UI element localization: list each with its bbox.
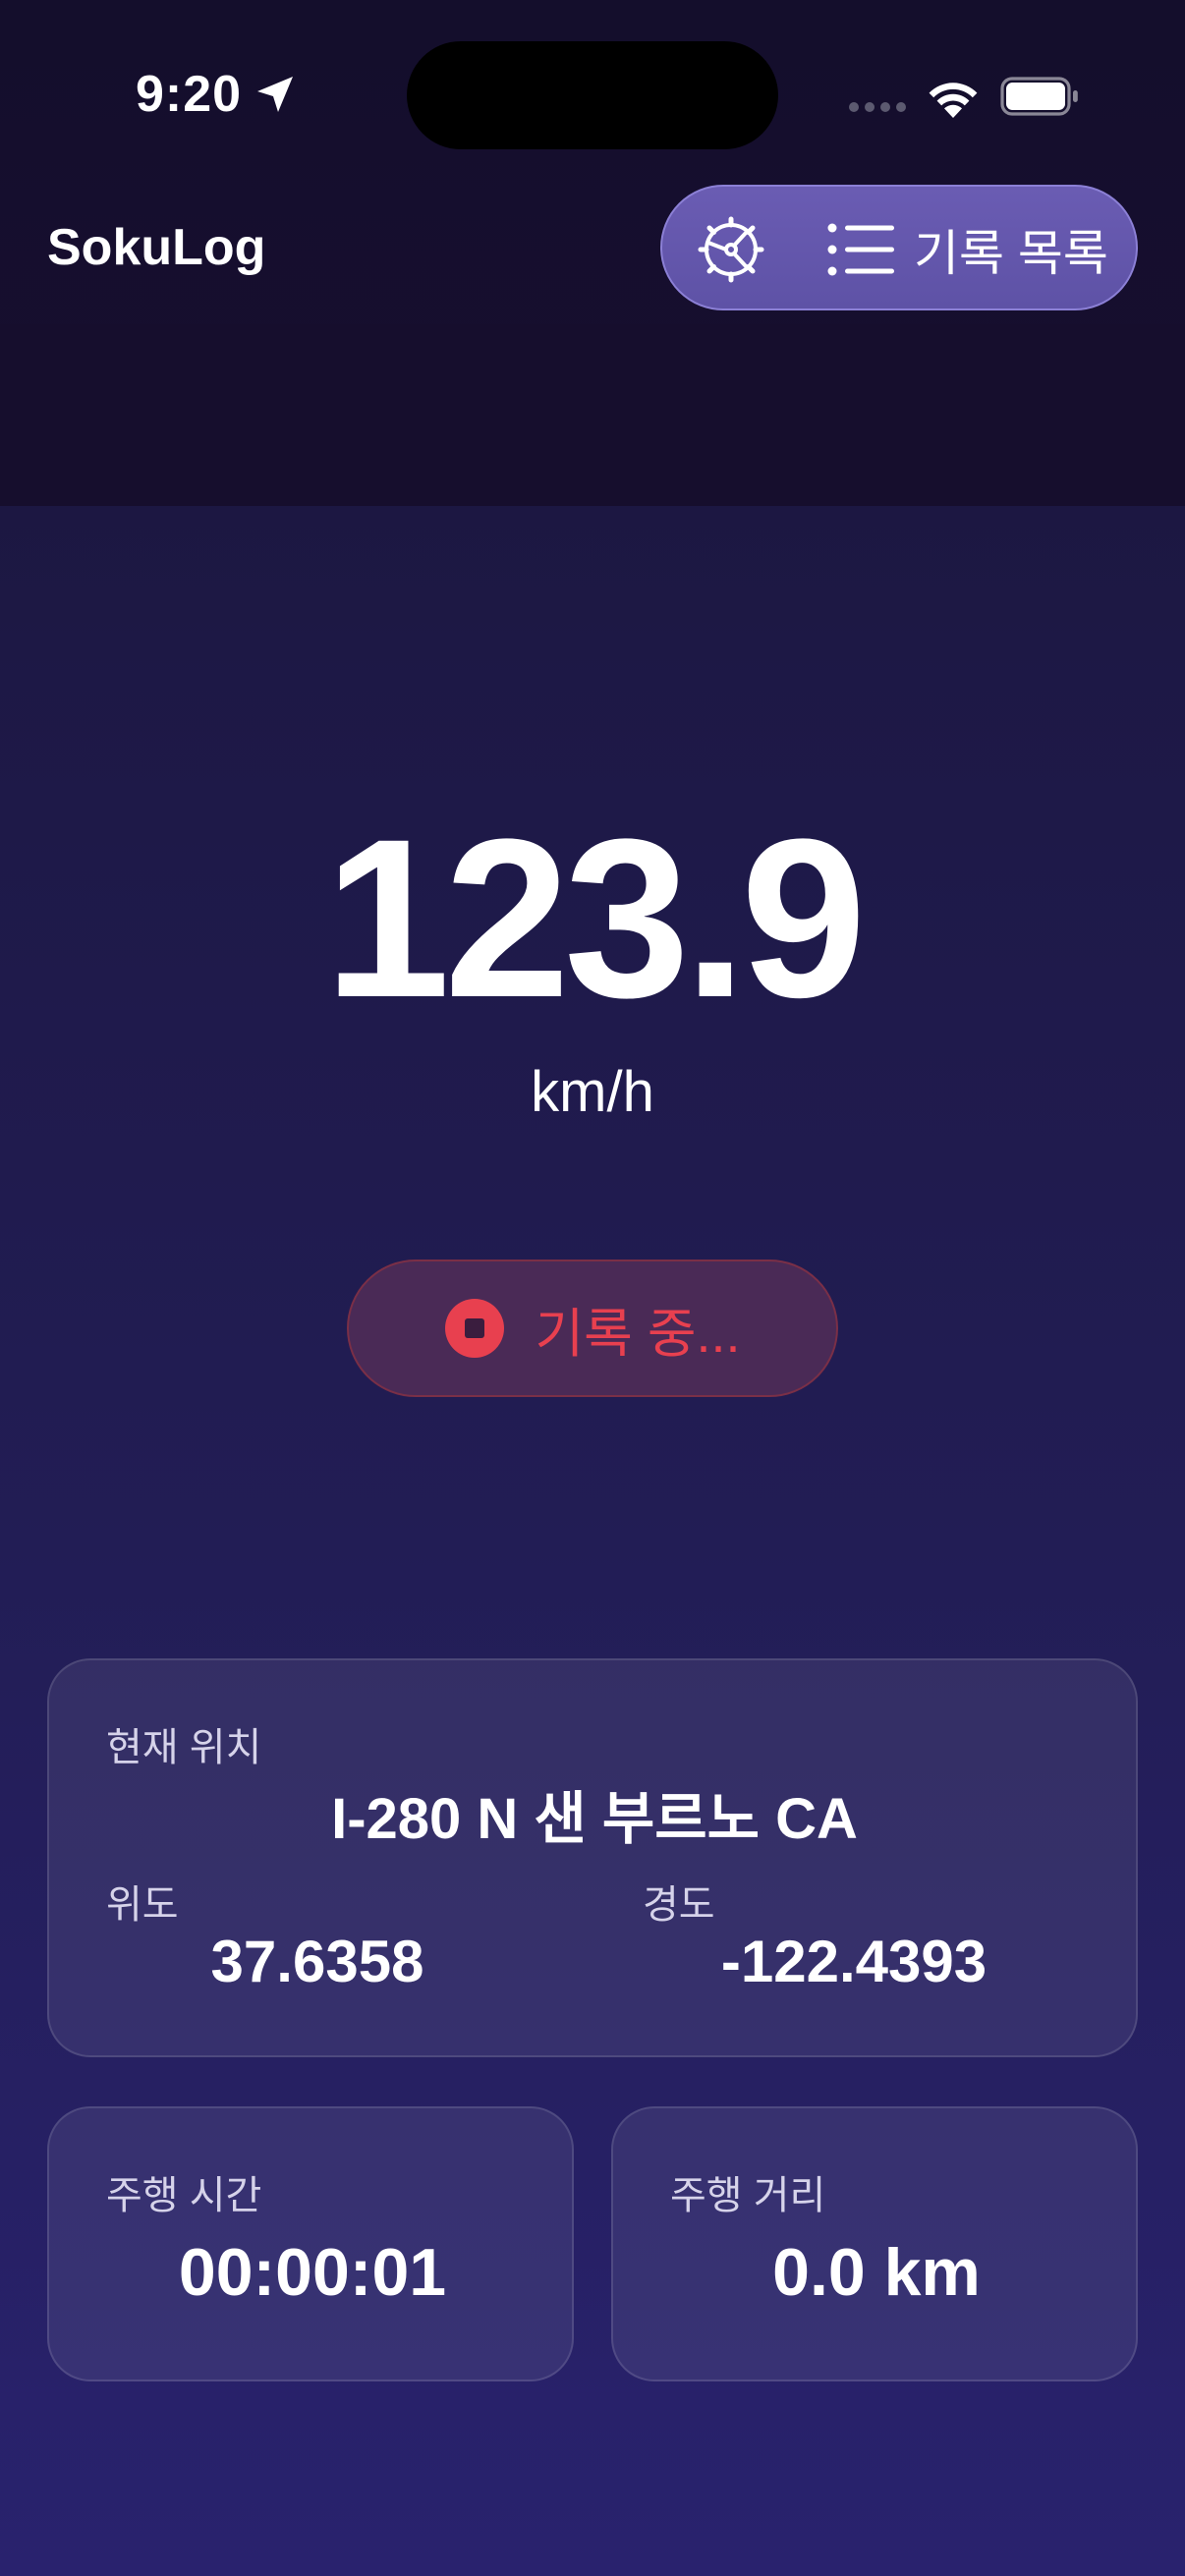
location-address: I-280 N 샌 부르노 CA: [331, 1787, 858, 1851]
records-list-button[interactable]: 기록 목록: [827, 202, 1108, 297]
status-time: 9:20: [136, 66, 243, 123]
latitude-value: 37.6358: [210, 1929, 424, 1994]
app-title: SokuLog: [47, 219, 266, 276]
stop-icon: [445, 1299, 505, 1358]
latitude-label: 위도: [106, 1883, 179, 1927]
longitude-value: -122.4393: [720, 1929, 988, 1994]
drive-distance-card: 주행 거리 0.0 km: [611, 2106, 1138, 2381]
location-card-title: 현재 위치: [106, 1726, 262, 1769]
settings-button[interactable]: [684, 202, 778, 297]
drive-time-value: 00:00:01: [178, 2235, 447, 2310]
header-action-pill: 기록 목록: [660, 185, 1138, 310]
dynamic-island: [407, 41, 778, 149]
speed-unit: km/h: [531, 1060, 654, 1124]
cellular-signal-icon: [849, 102, 906, 112]
recording-status-label: 기록 중...: [535, 1304, 741, 1364]
status-bar: 9:20: [0, 0, 1185, 187]
drive-distance-label: 주행 거리: [670, 2174, 826, 2217]
location-card: 현재 위치 I-280 N 샌 부르노 CA 위도 37.6358 경도 -12…: [47, 1658, 1138, 2057]
longitude-label: 경도: [643, 1883, 715, 1927]
drive-time-card: 주행 시간 00:00:01: [47, 2106, 574, 2381]
navigation-arrow-icon: [257, 77, 293, 112]
recording-toggle-button[interactable]: 기록 중...: [347, 1260, 838, 1397]
battery-icon: [1000, 77, 1078, 116]
steering-wheel-gear-icon: [698, 216, 764, 283]
speed-value: 123.9: [324, 792, 867, 1044]
header-band: [0, 324, 1185, 506]
list-icon: [827, 223, 894, 276]
drive-time-label: 주행 시간: [106, 2174, 262, 2217]
wifi-icon: [929, 83, 978, 118]
records-list-label: 기록 목록: [914, 226, 1108, 281]
drive-distance-value: 0.0 km: [772, 2235, 981, 2310]
